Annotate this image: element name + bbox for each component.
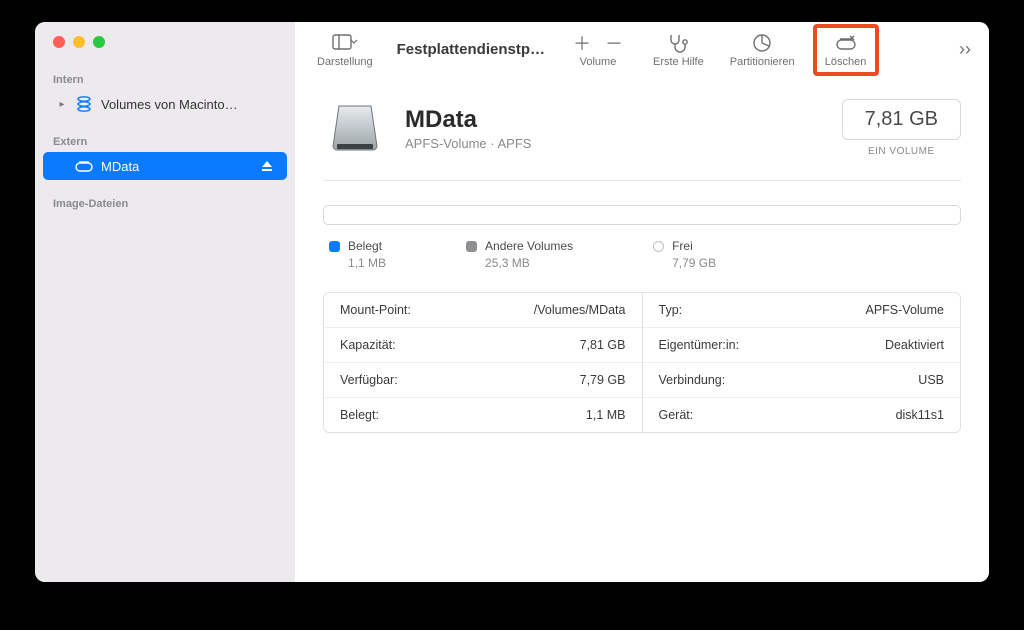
toolbar-label: Darstellung (317, 56, 373, 68)
erase-button[interactable]: Löschen (821, 30, 871, 70)
legend-label: Frei (672, 239, 693, 253)
disk-utility-window: Intern ▸ Volumes von Macinto… Extern MDa… (35, 22, 989, 582)
erase-disk-icon (835, 32, 857, 54)
detail-row: Typ:APFS-Volume (643, 293, 961, 328)
partition-button[interactable]: Partitionieren (722, 28, 803, 72)
sidebar-item-internal-volumes[interactable]: ▸ Volumes von Macinto… (43, 90, 287, 118)
sidebar-section-internal: Intern (35, 66, 295, 90)
window-title: Festplattendienstp… (397, 41, 545, 58)
toolbar-overflow-button[interactable]: ›› (955, 39, 975, 60)
main-area: Darstellung Festplattendienstp… ＋ － Volu… (295, 22, 989, 582)
erase-button-highlight: Löschen (813, 24, 879, 76)
external-drive-icon (323, 96, 387, 160)
swatch-free (653, 241, 664, 252)
toolbar-label: Erste Hilfe (653, 56, 704, 68)
first-aid-button[interactable]: Erste Hilfe (645, 28, 712, 72)
detail-row: Belegt:1,1 MB (324, 398, 642, 432)
detail-row: Eigentümer:in:Deaktiviert (643, 328, 961, 363)
close-window-button[interactable] (53, 36, 65, 48)
window-controls (35, 36, 295, 66)
stethoscope-icon (667, 32, 689, 54)
view-mode-button[interactable]: Darstellung (309, 28, 381, 72)
toolbar: Darstellung Festplattendienstp… ＋ － Volu… (295, 22, 989, 78)
eject-icon[interactable] (261, 160, 273, 172)
sidebar-section-images: Image-Dateien (35, 190, 295, 214)
detail-row: Gerät:disk11s1 (643, 398, 961, 432)
swatch-used (329, 241, 340, 252)
legend-free: Frei 7,79 GB (653, 239, 716, 270)
external-disk-icon (75, 157, 93, 175)
volume-subtitle: APFS-Volume · APFS (405, 136, 531, 151)
legend-used: Belegt 1,1 MB (329, 239, 386, 270)
detail-row: Verfügbar:7,79 GB (324, 363, 642, 398)
volume-size-caption: EIN VOLUME (842, 146, 961, 157)
detail-row: Kapazität:7,81 GB (324, 328, 642, 363)
volume-name: MData (405, 106, 531, 134)
sidebar-layout-icon (332, 32, 358, 54)
minimize-window-button[interactable] (73, 36, 85, 48)
toolbar-label: Volume (580, 56, 617, 68)
legend-label: Andere Volumes (485, 239, 573, 253)
volume-size: 7,81 GB (842, 99, 961, 140)
sidebar-item-mdata[interactable]: MData (43, 152, 287, 180)
toolbar-label: Löschen (825, 56, 867, 68)
detail-row: Verbindung:USB (643, 363, 961, 398)
detail-row: Mount-Point:/Volumes/MData (324, 293, 642, 328)
disclosure-chevron-icon[interactable]: ▸ (57, 99, 67, 110)
usage-legend: Belegt 1,1 MB Andere Volumes 25,3 MB Fre… (323, 239, 961, 270)
legend-value: 1,1 MB (329, 256, 386, 270)
volume-size-block: 7,81 GB EIN VOLUME (842, 99, 961, 157)
sidebar: Intern ▸ Volumes von Macinto… Extern MDa… (35, 22, 295, 582)
volume-titles: MData APFS-Volume · APFS (405, 106, 531, 151)
add-volume-button[interactable]: ＋ (573, 30, 591, 56)
sidebar-item-label: MData (101, 159, 253, 174)
volume-header: MData APFS-Volume · APFS 7,81 GB EIN VOL… (323, 96, 961, 181)
remove-volume-button[interactable]: － (605, 30, 623, 56)
legend-value: 25,3 MB (466, 256, 573, 270)
volumes-stack-icon (75, 95, 93, 113)
zoom-window-button[interactable] (93, 36, 105, 48)
details-left-col: Mount-Point:/Volumes/MData Kapazität:7,8… (324, 293, 643, 432)
volume-add-remove-group: ＋ － Volume (561, 28, 635, 72)
legend-value: 7,79 GB (653, 256, 716, 270)
sidebar-item-label: Volumes von Macinto… (101, 97, 273, 112)
sidebar-section-external: Extern (35, 128, 295, 152)
details-table: Mount-Point:/Volumes/MData Kapazität:7,8… (323, 292, 961, 433)
legend-label: Belegt (348, 239, 382, 253)
usage-bar (323, 205, 961, 225)
toolbar-label: Partitionieren (730, 56, 795, 68)
content: MData APFS-Volume · APFS 7,81 GB EIN VOL… (295, 78, 989, 453)
pie-chart-icon (752, 32, 772, 54)
swatch-other (466, 241, 477, 252)
details-right-col: Typ:APFS-Volume Eigentümer:in:Deaktivier… (643, 293, 961, 432)
legend-other: Andere Volumes 25,3 MB (466, 239, 573, 270)
